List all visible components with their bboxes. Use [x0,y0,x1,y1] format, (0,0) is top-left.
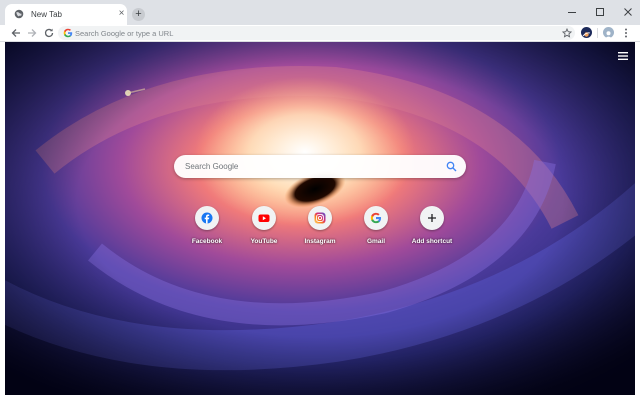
shortcut-tile[interactable] [308,206,332,230]
star-icon[interactable] [562,28,572,38]
shortcut-youtube[interactable]: YouTube [234,206,294,254]
shortcut-label: Facebook [191,238,223,245]
window-controls [550,0,640,25]
shortcut-label: Instagram [304,238,336,245]
shortcut-tile[interactable] [252,206,276,230]
globe-icon [14,9,24,19]
tab-new-tab[interactable]: New Tab × [5,4,127,25]
magnifier-icon[interactable] [446,161,457,172]
hamburger-menu-icon[interactable] [617,51,629,61]
shortcut-label: Gmail [366,238,386,245]
close-window-icon[interactable] [622,6,634,18]
shortcut-label: Add shortcut [411,238,453,245]
search-box[interactable] [174,155,466,178]
shortcut-facebook[interactable]: Facebook [177,206,237,254]
toolbar [0,25,640,42]
shortcut-instagram[interactable]: Instagram [290,206,350,254]
kebab-menu-icon[interactable] [621,27,631,39]
shortcut-gmail[interactable]: Gmail [346,206,406,254]
reload-icon[interactable] [43,27,55,39]
google-g-icon [370,212,382,224]
browser-window: New Tab × + Search Google or type a URL … [0,0,640,400]
youtube-icon [258,214,270,222]
plus-icon [428,214,436,222]
facebook-icon [201,212,213,224]
shortcut-tile[interactable] [364,206,388,230]
profile-avatar-icon[interactable] [603,27,614,39]
shortcut-add[interactable]: Add shortcut [402,206,462,254]
maximize-icon[interactable] [594,6,606,18]
new-tab-page: Facebook YouTube [5,42,635,395]
google-g-icon [63,28,73,38]
shortcuts-grid: Facebook YouTube Instagram Gmail Add sho… [5,206,635,256]
arrow-left-icon[interactable] [10,27,22,39]
extension-icon[interactable] [581,27,592,38]
omnibox-input[interactable] [75,26,545,40]
shortcut-label: YouTube [250,238,278,245]
shortcut-tile[interactable] [420,206,444,230]
tab-strip: New Tab × + [0,0,640,25]
minimize-icon[interactable] [566,6,578,18]
shortcut-tile[interactable] [195,206,219,230]
omnibox[interactable] [58,26,575,40]
search-input[interactable] [185,155,435,178]
instagram-icon [314,212,326,224]
arrow-right-icon[interactable] [26,27,38,39]
tab-title: New Tab [31,10,62,19]
toolbar-divider [597,28,598,38]
new-tab-button[interactable]: + [132,8,145,21]
tab-close-button[interactable]: × [116,8,127,19]
